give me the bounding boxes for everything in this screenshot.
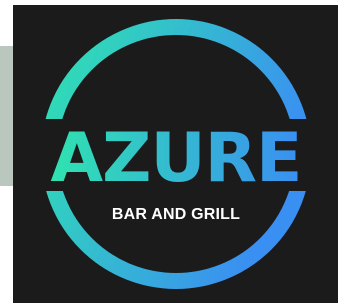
brand-name: AZURE	[51, 119, 302, 198]
logo-tile: AZURE BAR AND GRILL	[13, 5, 338, 303]
tagline: BAR AND GRILL	[112, 206, 240, 223]
screenshot-frame: AZURE BAR AND GRILL	[0, 0, 341, 303]
logo-svg: AZURE BAR AND GRILL	[21, 19, 327, 289]
